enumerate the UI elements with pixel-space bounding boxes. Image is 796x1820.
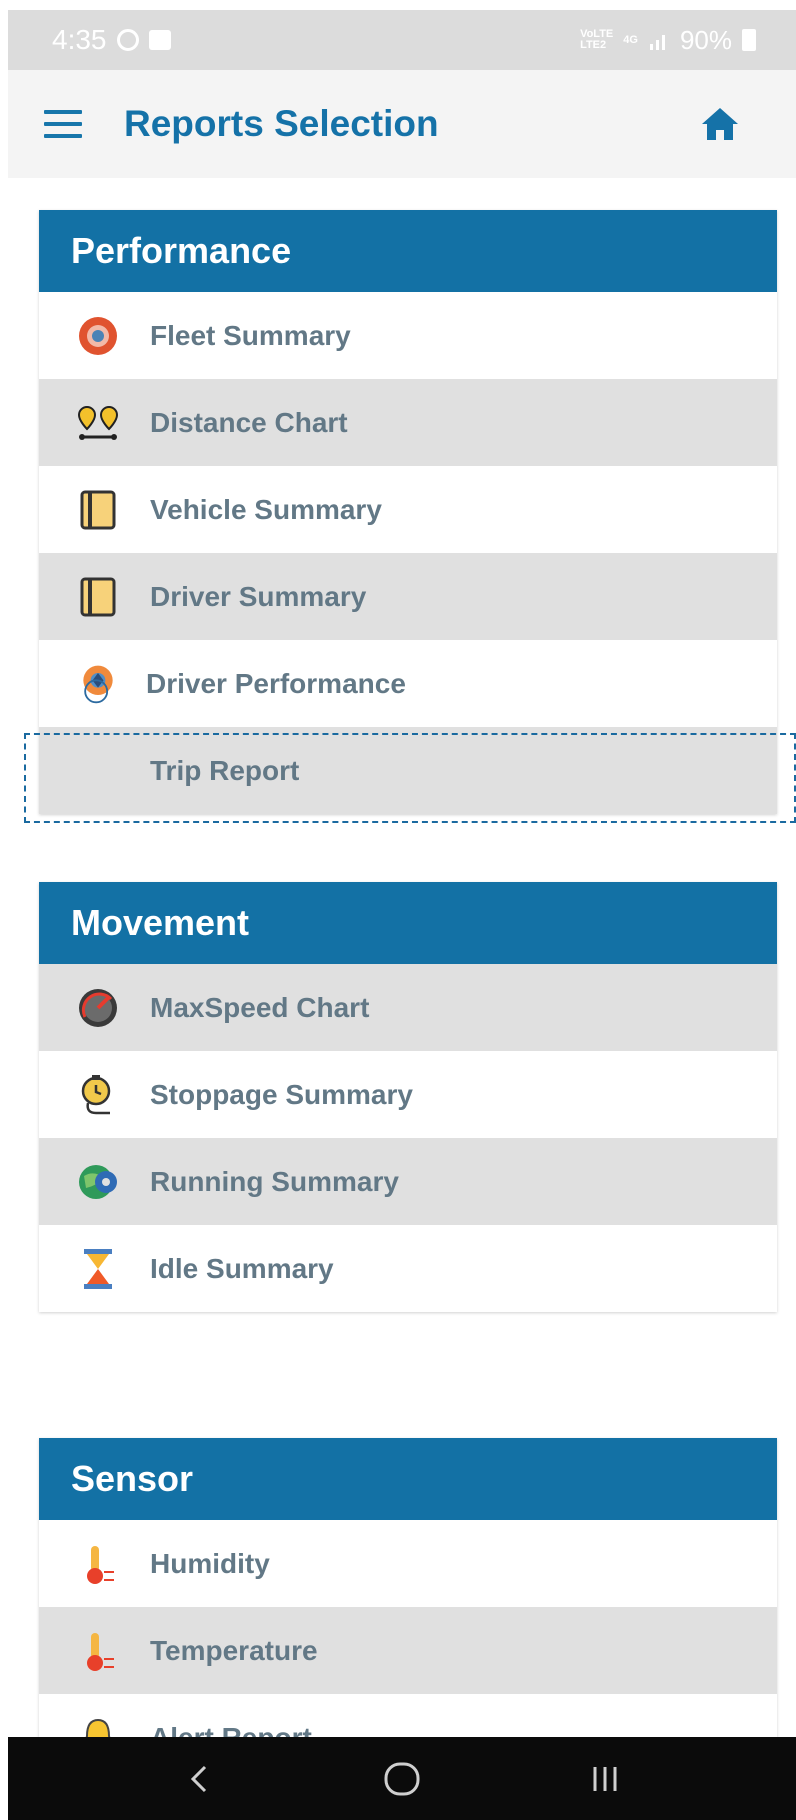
report-alert-report[interactable]: Alert Report xyxy=(39,1694,777,1737)
row-label: Temperature xyxy=(150,1634,318,1666)
performance-card: Performance Fleet Summary Distance Chart… xyxy=(39,210,777,814)
status-left: 4:35 xyxy=(52,24,171,56)
back-icon[interactable] xyxy=(169,1749,229,1809)
report-stoppage-summary[interactable]: Stoppage Summary xyxy=(39,1051,777,1138)
report-running-summary[interactable]: Running Summary xyxy=(39,1138,777,1225)
row-label: Humidity xyxy=(150,1547,270,1579)
home-circle-icon[interactable] xyxy=(372,1749,432,1809)
app-bar: Reports Selection xyxy=(8,70,796,178)
row-label: Idle Summary xyxy=(150,1252,334,1284)
row-label: Vehicle Summary xyxy=(150,493,382,525)
hamburger-menu-icon[interactable] xyxy=(44,110,82,138)
bell-icon xyxy=(76,1716,120,1737)
report-humidity[interactable]: Humidity xyxy=(39,1520,777,1607)
row-label: Distance Chart xyxy=(150,406,348,438)
section-title: Movement xyxy=(39,882,777,964)
route-pins-icon xyxy=(76,401,120,445)
status-right: VoLTE LTE2 4G 90% xyxy=(580,25,756,56)
gallery-icon xyxy=(148,30,171,50)
notebook-icon xyxy=(76,488,120,532)
movement-card: Movement MaxSpeed Chart Stoppage Summary… xyxy=(39,882,777,1312)
stopwatch-icon xyxy=(76,1073,120,1117)
section-title: Sensor xyxy=(39,1438,777,1520)
row-label: Fleet Summary xyxy=(150,319,351,351)
hourglass-icon xyxy=(76,1247,120,1291)
data-type-label: 4G xyxy=(623,33,638,46)
section-title: Performance xyxy=(39,210,777,292)
report-fleet-summary[interactable]: Fleet Summary xyxy=(39,292,777,379)
report-distance-chart[interactable]: Distance Chart xyxy=(39,379,777,466)
signal-icon xyxy=(649,35,665,50)
row-label: Trip Report xyxy=(150,754,300,786)
row-label: Running Summary xyxy=(150,1165,399,1197)
report-temperature[interactable]: Temperature xyxy=(39,1607,777,1694)
notebook-icon xyxy=(76,575,120,619)
status-time: 4:35 xyxy=(52,24,107,55)
home-icon[interactable] xyxy=(698,102,742,146)
report-vehicle-summary[interactable]: Vehicle Summary xyxy=(39,466,777,553)
report-trip-report[interactable]: Trip Report xyxy=(39,727,777,814)
battery-percent: 90% xyxy=(679,24,732,55)
recents-icon[interactable] xyxy=(575,1749,635,1809)
globe-gear-icon xyxy=(76,1160,120,1204)
report-maxspeed-chart[interactable]: MaxSpeed Chart xyxy=(39,964,777,1051)
row-label: Stoppage Summary xyxy=(150,1078,413,1110)
trip-report-icon-placeholder xyxy=(76,749,120,793)
speed-gauge-icon xyxy=(76,662,120,706)
sensor-card: Sensor Humidity Temperature Alert Report xyxy=(39,1438,777,1737)
thermometer-icon xyxy=(76,1629,120,1673)
page-title: Reports Selection xyxy=(124,103,439,144)
row-label: Alert Report xyxy=(150,1721,312,1738)
battery-icon xyxy=(742,29,756,51)
report-driver-summary[interactable]: Driver Summary xyxy=(39,553,777,640)
thermometer-icon xyxy=(76,1542,120,1586)
volte-indicator: VoLTE LTE2 xyxy=(580,29,613,51)
lte2-label: LTE2 xyxy=(580,39,607,51)
speedometer-icon xyxy=(76,986,120,1030)
status-bar: 4:35 VoLTE LTE2 4G 90% xyxy=(8,10,796,70)
screen: 4:35 VoLTE LTE2 4G 90% Reports Selection xyxy=(0,0,796,1820)
row-label: MaxSpeed Chart xyxy=(150,991,370,1023)
report-driver-performance[interactable]: Driver Performance xyxy=(39,640,777,727)
row-label: Driver Performance xyxy=(146,667,406,699)
navigation-bar xyxy=(8,1737,796,1820)
fleet-icon xyxy=(76,314,120,358)
report-idle-summary[interactable]: Idle Summary xyxy=(39,1225,777,1312)
row-label: Driver Summary xyxy=(150,580,367,612)
whatsapp-icon xyxy=(116,29,139,51)
